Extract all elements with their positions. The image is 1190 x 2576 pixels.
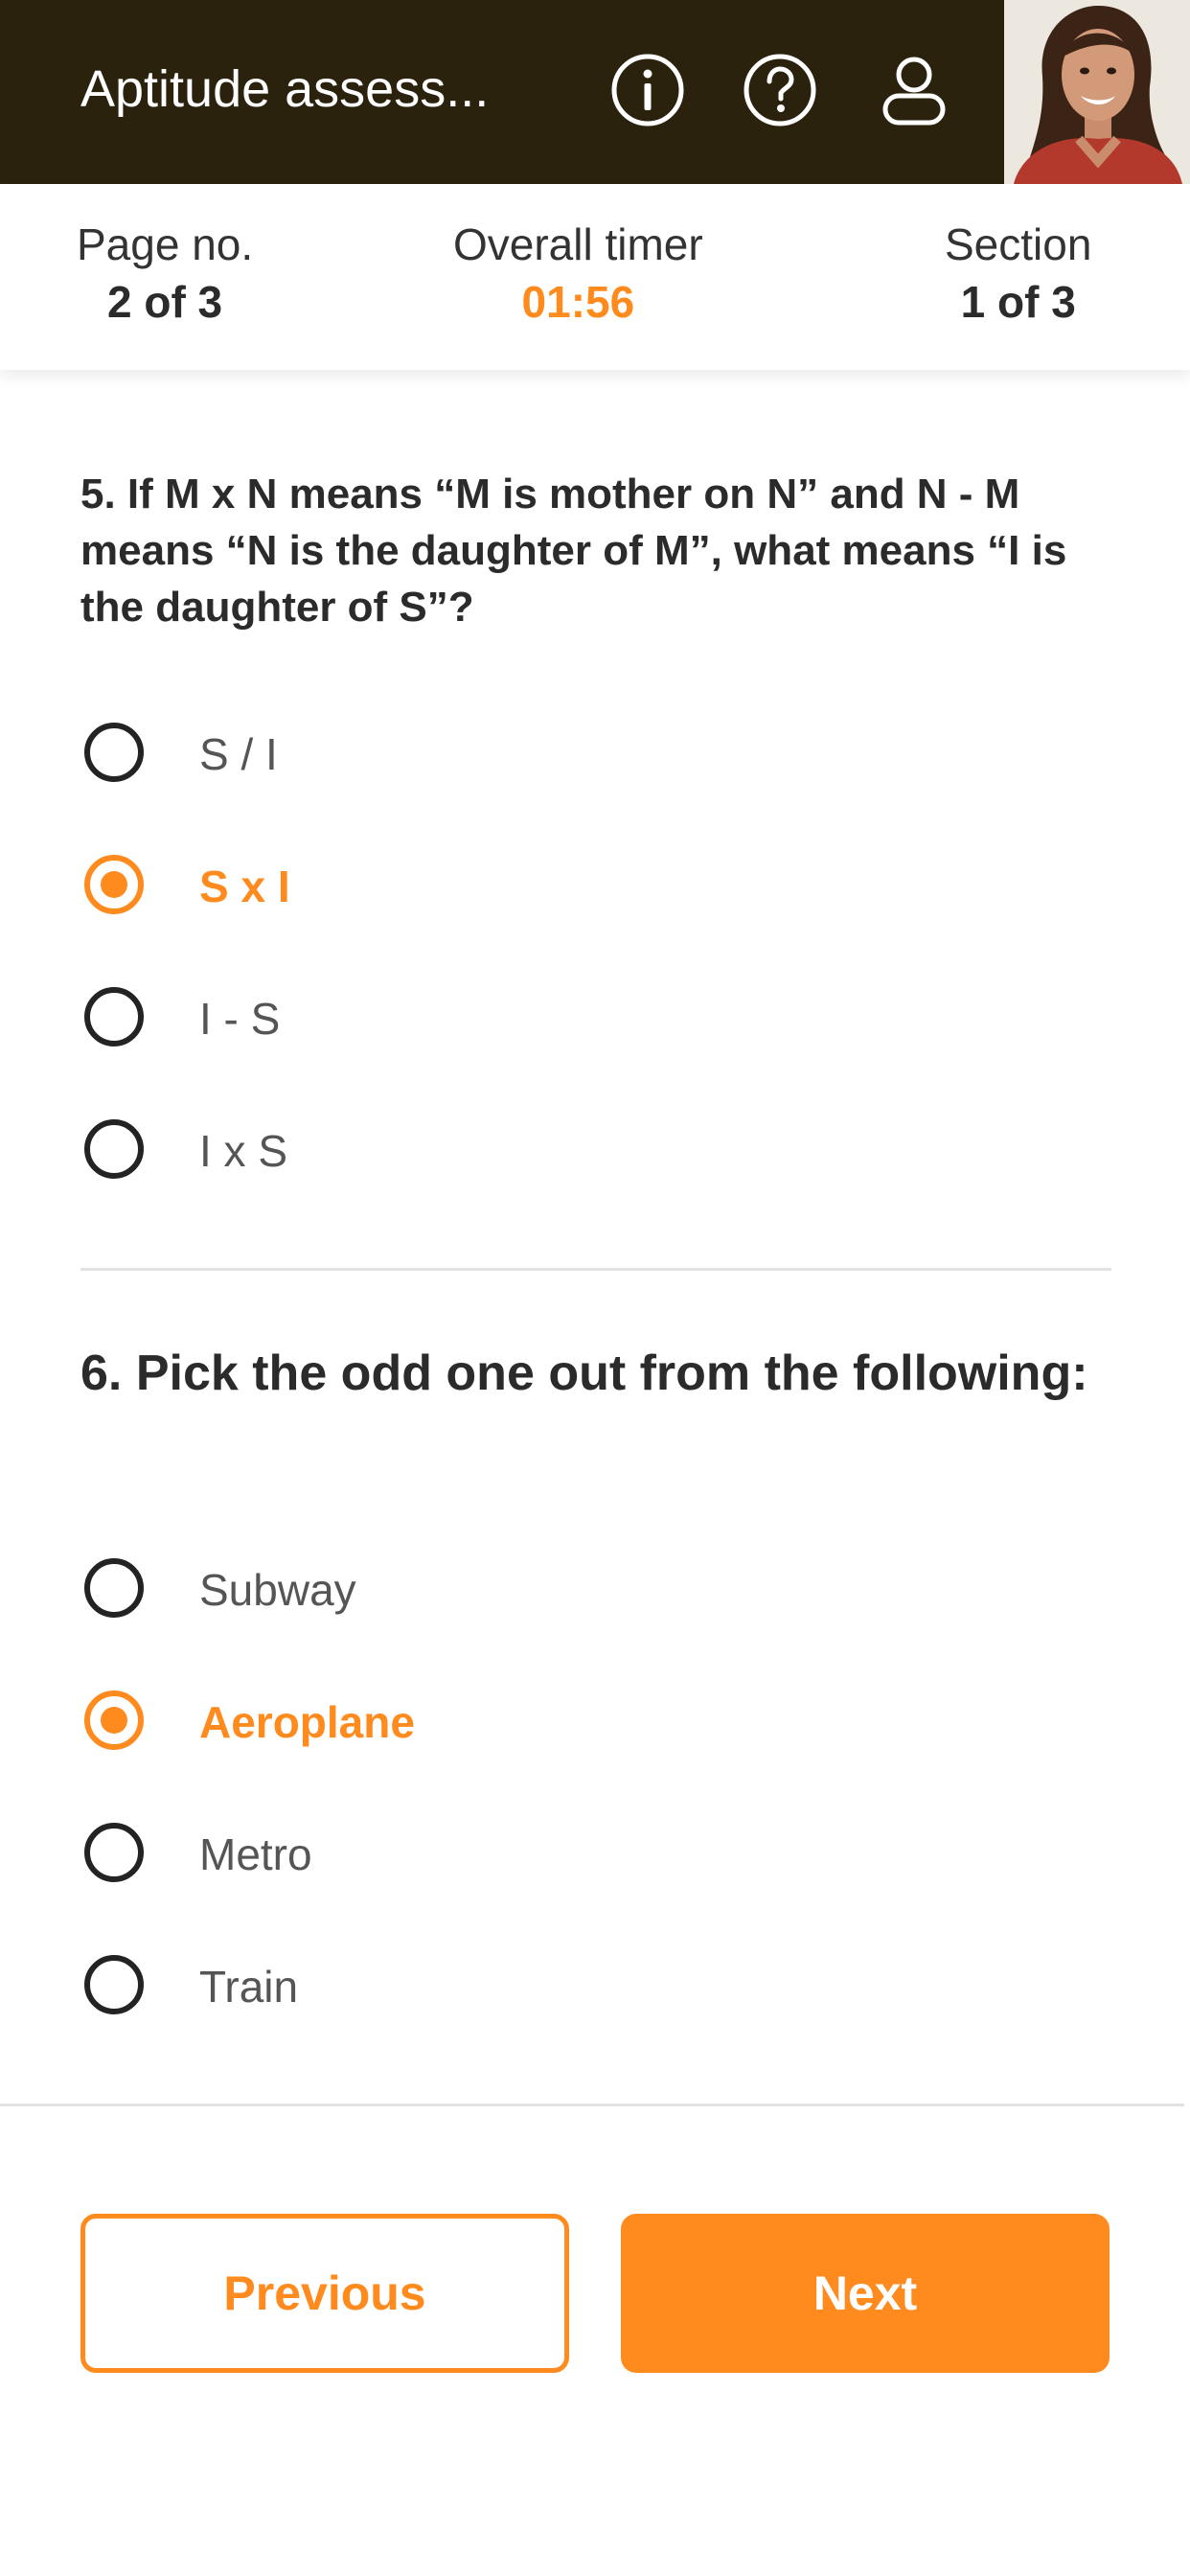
- radio-dot: [101, 1707, 127, 1734]
- page-label: Page no.: [77, 219, 254, 269]
- radio-button[interactable]: [84, 1558, 144, 1618]
- q5-option-1[interactable]: S / I: [80, 719, 943, 795]
- q5-option-3[interactable]: I - S: [80, 983, 943, 1060]
- q6-option-2[interactable]: Aeroplane: [80, 1687, 943, 1763]
- profile-icon[interactable]: [876, 52, 952, 128]
- option-label: Subway: [199, 1565, 356, 1615]
- option-label: Train: [199, 1962, 299, 2012]
- radio-button-selected[interactable]: [84, 1690, 144, 1750]
- q5-option-4[interactable]: I x S: [80, 1116, 943, 1192]
- app-header: Aptitude assess...: [0, 0, 1190, 184]
- question-divider: [80, 1268, 1111, 1271]
- app-title: Aptitude assess...: [80, 60, 490, 118]
- timer-label: Overall timer: [453, 219, 703, 269]
- radio-button[interactable]: [84, 723, 144, 782]
- help-icon[interactable]: [742, 52, 818, 128]
- q6-option-4[interactable]: Train: [80, 1951, 943, 2028]
- info-icon[interactable]: [609, 52, 686, 128]
- option-label: Metro: [199, 1829, 312, 1879]
- radio-button[interactable]: [84, 1955, 144, 2014]
- option-label: S x I: [199, 862, 290, 911]
- option-label: I x S: [199, 1126, 288, 1176]
- page-value: 2 of 3: [107, 277, 223, 327]
- radio-button[interactable]: [84, 1119, 144, 1179]
- overall-timer: Overall timer 01:56: [453, 218, 703, 328]
- radio-button[interactable]: [84, 1823, 144, 1882]
- option-label: I - S: [199, 994, 281, 1044]
- section-value: 1 of 3: [960, 277, 1076, 327]
- page-indicator: Page no. 2 of 3: [77, 218, 253, 328]
- section-indicator: Section 1 of 3: [945, 218, 1091, 328]
- timer-value: 01:56: [521, 277, 635, 327]
- radio-button[interactable]: [84, 987, 144, 1046]
- question-6-text: 6. Pick the odd one out from the followi…: [80, 1346, 1088, 1401]
- radio-button-selected[interactable]: [84, 855, 144, 914]
- assessment-info-bar: Page no. 2 of 3 Overall timer 01:56 Sect…: [0, 184, 1190, 370]
- footer-divider: [0, 2104, 1184, 2106]
- question-5-text: 5. If M x N means “M is mother on N” and…: [80, 471, 1067, 631]
- section-label: Section: [945, 219, 1092, 269]
- next-button[interactable]: Next: [621, 2214, 1110, 2373]
- radio-dot: [101, 871, 127, 898]
- q5-option-2[interactable]: S x I: [80, 851, 943, 928]
- option-label: Aeroplane: [199, 1697, 415, 1747]
- option-label: S / I: [199, 729, 278, 779]
- avatar: [1004, 0, 1190, 184]
- q6-option-1[interactable]: Subway: [80, 1554, 943, 1631]
- q6-option-3[interactable]: Metro: [80, 1819, 943, 1896]
- previous-button[interactable]: Previous: [80, 2214, 569, 2373]
